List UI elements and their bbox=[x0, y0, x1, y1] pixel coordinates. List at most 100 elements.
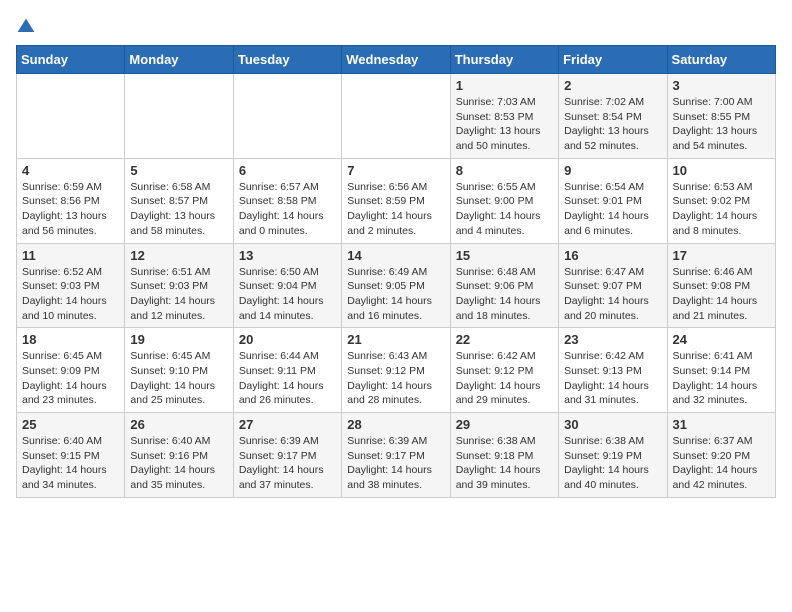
day-info: Sunrise: 6:56 AM Sunset: 8:59 PM Dayligh… bbox=[347, 180, 444, 239]
day-info: Sunrise: 6:59 AM Sunset: 8:56 PM Dayligh… bbox=[22, 180, 119, 239]
day-info: Sunrise: 6:40 AM Sunset: 9:16 PM Dayligh… bbox=[130, 434, 227, 493]
day-info: Sunrise: 7:00 AM Sunset: 8:55 PM Dayligh… bbox=[673, 95, 770, 154]
weekday-header-sunday: Sunday bbox=[17, 46, 125, 74]
calendar-table: SundayMondayTuesdayWednesdayThursdayFrid… bbox=[16, 45, 776, 498]
calendar-cell: 27 Sunrise: 6:39 AM Sunset: 9:17 PM Dayli… bbox=[233, 413, 341, 498]
calendar-cell: 17 Sunrise: 6:46 AM Sunset: 9:08 PM Dayli… bbox=[667, 243, 775, 328]
day-number: 21 bbox=[347, 332, 444, 347]
day-number: 8 bbox=[456, 163, 553, 178]
calendar-cell: 9 Sunrise: 6:54 AM Sunset: 9:01 PM Daylig… bbox=[559, 158, 667, 243]
day-info: Sunrise: 6:52 AM Sunset: 9:03 PM Dayligh… bbox=[22, 265, 119, 324]
day-number: 15 bbox=[456, 248, 553, 263]
calendar-week-2: 4 Sunrise: 6:59 AM Sunset: 8:56 PM Daylig… bbox=[17, 158, 776, 243]
day-info: Sunrise: 6:39 AM Sunset: 9:17 PM Dayligh… bbox=[239, 434, 336, 493]
day-number: 25 bbox=[22, 417, 119, 432]
logo-icon bbox=[16, 17, 36, 37]
day-info: Sunrise: 7:02 AM Sunset: 8:54 PM Dayligh… bbox=[564, 95, 661, 154]
calendar-week-5: 25 Sunrise: 6:40 AM Sunset: 9:15 PM Dayli… bbox=[17, 413, 776, 498]
day-info: Sunrise: 6:44 AM Sunset: 9:11 PM Dayligh… bbox=[239, 349, 336, 408]
calendar-cell: 8 Sunrise: 6:55 AM Sunset: 9:00 PM Daylig… bbox=[450, 158, 558, 243]
calendar-cell: 3 Sunrise: 7:00 AM Sunset: 8:55 PM Daylig… bbox=[667, 74, 775, 159]
calendar-cell: 31 Sunrise: 6:37 AM Sunset: 9:20 PM Dayli… bbox=[667, 413, 775, 498]
calendar-cell: 30 Sunrise: 6:38 AM Sunset: 9:19 PM Dayli… bbox=[559, 413, 667, 498]
day-info: Sunrise: 6:41 AM Sunset: 9:14 PM Dayligh… bbox=[673, 349, 770, 408]
calendar-cell: 19 Sunrise: 6:45 AM Sunset: 9:10 PM Dayli… bbox=[125, 328, 233, 413]
day-number: 6 bbox=[239, 163, 336, 178]
page-header bbox=[16, 16, 776, 37]
calendar-header: SundayMondayTuesdayWednesdayThursdayFrid… bbox=[17, 46, 776, 74]
day-number: 7 bbox=[347, 163, 444, 178]
calendar-cell: 4 Sunrise: 6:59 AM Sunset: 8:56 PM Daylig… bbox=[17, 158, 125, 243]
day-info: Sunrise: 6:51 AM Sunset: 9:03 PM Dayligh… bbox=[130, 265, 227, 324]
day-info: Sunrise: 7:03 AM Sunset: 8:53 PM Dayligh… bbox=[456, 95, 553, 154]
calendar-cell: 21 Sunrise: 6:43 AM Sunset: 9:12 PM Dayli… bbox=[342, 328, 450, 413]
weekday-header-saturday: Saturday bbox=[667, 46, 775, 74]
day-info: Sunrise: 6:53 AM Sunset: 9:02 PM Dayligh… bbox=[673, 180, 770, 239]
day-number: 22 bbox=[456, 332, 553, 347]
weekday-header-wednesday: Wednesday bbox=[342, 46, 450, 74]
calendar-week-3: 11Sunrise: 6:52 AM Sunset: 9:03 PM Dayli… bbox=[17, 243, 776, 328]
day-number: 3 bbox=[673, 78, 770, 93]
day-info: Sunrise: 6:38 AM Sunset: 9:19 PM Dayligh… bbox=[564, 434, 661, 493]
day-info: Sunrise: 6:58 AM Sunset: 8:57 PM Dayligh… bbox=[130, 180, 227, 239]
weekday-header-tuesday: Tuesday bbox=[233, 46, 341, 74]
day-info: Sunrise: 6:50 AM Sunset: 9:04 PM Dayligh… bbox=[239, 265, 336, 324]
day-number: 26 bbox=[130, 417, 227, 432]
calendar-cell: 6 Sunrise: 6:57 AM Sunset: 8:58 PM Daylig… bbox=[233, 158, 341, 243]
day-number: 5 bbox=[130, 163, 227, 178]
day-number: 4 bbox=[22, 163, 119, 178]
calendar-cell: 15 Sunrise: 6:48 AM Sunset: 9:06 PM Dayli… bbox=[450, 243, 558, 328]
calendar-cell: 11Sunrise: 6:52 AM Sunset: 9:03 PM Dayli… bbox=[17, 243, 125, 328]
calendar-cell: 26 Sunrise: 6:40 AM Sunset: 9:16 PM Dayli… bbox=[125, 413, 233, 498]
calendar-cell: 25 Sunrise: 6:40 AM Sunset: 9:15 PM Dayli… bbox=[17, 413, 125, 498]
day-number: 18 bbox=[22, 332, 119, 347]
calendar-week-1: 1Sunrise: 7:03 AM Sunset: 8:53 PM Daylig… bbox=[17, 74, 776, 159]
calendar-cell: 5 Sunrise: 6:58 AM Sunset: 8:57 PM Daylig… bbox=[125, 158, 233, 243]
day-number: 12 bbox=[130, 248, 227, 263]
day-info: Sunrise: 6:42 AM Sunset: 9:12 PM Dayligh… bbox=[456, 349, 553, 408]
day-info: Sunrise: 6:46 AM Sunset: 9:08 PM Dayligh… bbox=[673, 265, 770, 324]
day-number: 17 bbox=[673, 248, 770, 263]
day-info: Sunrise: 6:38 AM Sunset: 9:18 PM Dayligh… bbox=[456, 434, 553, 493]
calendar-cell: 7 Sunrise: 6:56 AM Sunset: 8:59 PM Daylig… bbox=[342, 158, 450, 243]
calendar-cell: 22 Sunrise: 6:42 AM Sunset: 9:12 PM Dayli… bbox=[450, 328, 558, 413]
calendar-cell: 20 Sunrise: 6:44 AM Sunset: 9:11 PM Dayli… bbox=[233, 328, 341, 413]
day-info: Sunrise: 6:55 AM Sunset: 9:00 PM Dayligh… bbox=[456, 180, 553, 239]
calendar-cell: 24 Sunrise: 6:41 AM Sunset: 9:14 PM Dayli… bbox=[667, 328, 775, 413]
logo bbox=[16, 16, 40, 37]
calendar-cell bbox=[17, 74, 125, 159]
day-number: 30 bbox=[564, 417, 661, 432]
day-info: Sunrise: 6:47 AM Sunset: 9:07 PM Dayligh… bbox=[564, 265, 661, 324]
day-info: Sunrise: 6:49 AM Sunset: 9:05 PM Dayligh… bbox=[347, 265, 444, 324]
day-info: Sunrise: 6:57 AM Sunset: 8:58 PM Dayligh… bbox=[239, 180, 336, 239]
day-number: 9 bbox=[564, 163, 661, 178]
day-number: 28 bbox=[347, 417, 444, 432]
day-number: 2 bbox=[564, 78, 661, 93]
calendar-cell: 28 Sunrise: 6:39 AM Sunset: 9:17 PM Dayli… bbox=[342, 413, 450, 498]
day-number: 27 bbox=[239, 417, 336, 432]
day-info: Sunrise: 6:45 AM Sunset: 9:10 PM Dayligh… bbox=[130, 349, 227, 408]
calendar-cell: 29 Sunrise: 6:38 AM Sunset: 9:18 PM Dayli… bbox=[450, 413, 558, 498]
calendar-cell bbox=[342, 74, 450, 159]
day-info: Sunrise: 6:54 AM Sunset: 9:01 PM Dayligh… bbox=[564, 180, 661, 239]
day-info: Sunrise: 6:48 AM Sunset: 9:06 PM Dayligh… bbox=[456, 265, 553, 324]
day-info: Sunrise: 6:40 AM Sunset: 9:15 PM Dayligh… bbox=[22, 434, 119, 493]
day-number: 31 bbox=[673, 417, 770, 432]
calendar-cell bbox=[125, 74, 233, 159]
day-number: 16 bbox=[564, 248, 661, 263]
day-number: 14 bbox=[347, 248, 444, 263]
day-number: 19 bbox=[130, 332, 227, 347]
weekday-header-thursday: Thursday bbox=[450, 46, 558, 74]
weekday-header-monday: Monday bbox=[125, 46, 233, 74]
calendar-cell: 12 Sunrise: 6:51 AM Sunset: 9:03 PM Dayli… bbox=[125, 243, 233, 328]
day-info: Sunrise: 6:37 AM Sunset: 9:20 PM Dayligh… bbox=[673, 434, 770, 493]
calendar-cell: 13Sunrise: 6:50 AM Sunset: 9:04 PM Dayli… bbox=[233, 243, 341, 328]
day-number: 29 bbox=[456, 417, 553, 432]
day-number: 24 bbox=[673, 332, 770, 347]
day-number: 20 bbox=[239, 332, 336, 347]
calendar-cell bbox=[233, 74, 341, 159]
day-info: Sunrise: 6:39 AM Sunset: 9:17 PM Dayligh… bbox=[347, 434, 444, 493]
day-info: Sunrise: 6:43 AM Sunset: 9:12 PM Dayligh… bbox=[347, 349, 444, 408]
calendar-cell: 10Sunrise: 6:53 AM Sunset: 9:02 PM Dayli… bbox=[667, 158, 775, 243]
calendar-cell: 23Sunrise: 6:42 AM Sunset: 9:13 PM Dayli… bbox=[559, 328, 667, 413]
